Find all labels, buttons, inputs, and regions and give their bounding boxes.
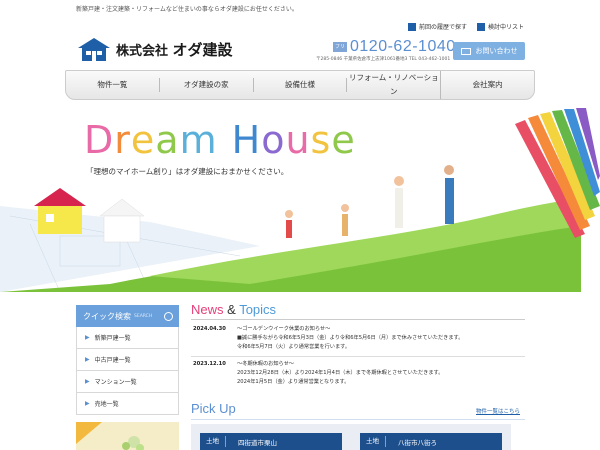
phone-number[interactable]: フリー 0120-62-1040: [333, 38, 456, 60]
hero-title-letter: u: [285, 118, 311, 162]
hero-title-letter: s: [310, 118, 332, 162]
news-entry-title[interactable]: ～ゴールデンウイーク休業のお知らせ～: [237, 325, 527, 334]
history-link[interactable]: 前回の履歴で探す: [407, 22, 467, 31]
quick-search-title-en: SEARCH: [134, 313, 153, 319]
hero-title-letter: e: [331, 118, 356, 162]
news-entry-line: 2024年1月5日（金）より通常営業となります。: [237, 379, 350, 385]
news-divider: [191, 319, 525, 320]
arrow-right-icon: ▶: [85, 400, 90, 407]
arrow-right-icon: ▶: [85, 334, 90, 341]
nav-item-properties[interactable]: 物件一覧: [66, 78, 160, 92]
pickup-card-type: 土地: [200, 436, 226, 447]
house-logo-icon: [76, 37, 112, 61]
news-body: ～冬期休暇のお知らせ～ 2023年12月28日（木）より2024年1月4日（木）…: [237, 360, 527, 387]
quick-search-item-new-house[interactable]: ▶ 新築戸建一覧: [76, 327, 179, 349]
favorites-link-label: 検討中リスト: [487, 24, 524, 31]
favorites-link[interactable]: 検討中リスト: [476, 22, 524, 31]
nav-item-homes[interactable]: オダ建設の家: [160, 78, 254, 92]
pickup-heading: Pick Up: [191, 401, 236, 416]
list-icon: [476, 22, 485, 31]
house-model-red: [34, 188, 86, 234]
quick-search-item-land[interactable]: ▶ 売地一覧: [76, 393, 179, 415]
quick-search-title: クイック検索: [83, 311, 131, 321]
news-title-amp: &: [227, 302, 236, 317]
arrow-right-icon: ▶: [85, 356, 90, 363]
address: 〒285-0846 千葉県佐倉市上志津1061番地3 TEL 043-462-1…: [316, 57, 451, 62]
pickup-card[interactable]: 土地 八街市八街ろ: [351, 424, 511, 450]
pickup-card-band: 土地 四街道市栗山: [200, 433, 342, 450]
contact-button[interactable]: お問い合わせ: [453, 42, 525, 60]
company-name-main: オダ建設: [172, 40, 233, 59]
free-dial-badge: フリー: [333, 42, 347, 60]
hero-title-letter: D: [84, 118, 115, 162]
company-name: 株式会社 オダ建設: [116, 39, 233, 60]
quick-search-item-label: 中古戸建一覧: [94, 357, 131, 364]
news-divider: [191, 356, 525, 357]
side-banner-image: [76, 422, 144, 450]
quick-search-item-label: 新築戸建一覧: [94, 335, 131, 342]
nav-item-reform[interactable]: リフォーム・リノベーション: [347, 71, 442, 99]
quick-search: クイック検索 SEARCH ▶ 新築戸建一覧 ▶ 中古戸建一覧 ▶ マンション一…: [76, 305, 179, 415]
pickup-all-link[interactable]: 物件一覧はこちら: [476, 407, 520, 415]
hero-title-letter: a: [155, 118, 180, 162]
history-icon: [407, 22, 416, 31]
news-date: 2024.04.30: [193, 326, 226, 332]
hero-title: Dream House: [84, 118, 356, 162]
global-nav: 物件一覧 オダ建設の家 設備仕様 リフォーム・リノベーション 会社案内: [65, 70, 535, 100]
news-entry-line: ■誠に勝手ながら令和6年5月3日（金）より令和6年5月6日（月）まで休みさせてい…: [237, 335, 464, 341]
news-topics-heading: News & Topics: [191, 302, 276, 317]
logo[interactable]: 株式会社 オダ建設: [76, 37, 233, 61]
history-link-label: 前回の履歴で探す: [418, 24, 467, 31]
pickup-card-band: 土地 八街市八街ろ: [360, 433, 502, 450]
news-entry: 2023.12.10 ～冬期休暇のお知らせ～ 2023年12月28日（木）より2…: [191, 360, 525, 390]
hero-title-letter: m: [179, 118, 218, 162]
hero-banner: Dream House 「理想のマイホーム創り」はオダ建設におまかせください。: [0, 106, 600, 292]
news-entry-line: 令和6年5月7日（火）より通常営業を行います。: [237, 344, 351, 350]
arrow-right-icon: ▶: [85, 378, 90, 385]
quick-search-item-mansion[interactable]: ▶ マンション一覧: [76, 371, 179, 393]
hero-title-letter: r: [114, 118, 131, 162]
side-banner[interactable]: [76, 422, 179, 450]
phone-number-text: 0120-62-1040: [350, 38, 456, 55]
quick-search-item-used-house[interactable]: ▶ 中古戸建一覧: [76, 349, 179, 371]
pickup-card-location: 四街道市栗山: [238, 438, 277, 447]
news-entry-title[interactable]: ～冬期休暇のお知らせ～: [237, 360, 527, 369]
news-entry-line: 2023年12月28日（木）より2024年1月4日（木）まで冬期休暇とさせていた…: [237, 370, 444, 376]
tagline: 新築戸建・注文建築・リフォームなど住まいの事ならオダ建設にお任せください。: [76, 6, 298, 13]
news-title-topics: Topics: [239, 302, 277, 317]
quick-search-item-label: マンション一覧: [94, 379, 137, 386]
search-icon: [164, 311, 173, 321]
pickup-card[interactable]: 土地 四街道市栗山: [191, 424, 351, 450]
envelope-icon: [460, 47, 471, 55]
contact-button-label: お問い合わせ: [475, 47, 518, 55]
news-body: ～ゴールデンウイーク休業のお知らせ～ ■誠に勝手ながら令和6年5月3日（金）より…: [237, 325, 527, 352]
hero-title-letter: e: [130, 118, 156, 162]
quick-search-item-label: 売地一覧: [94, 401, 119, 408]
hero-title-letter: H: [231, 118, 262, 162]
news-date: 2023.12.10: [193, 361, 226, 367]
hero-title-letter: o: [261, 118, 286, 162]
company-prefix: 株式会社: [116, 43, 169, 59]
quick-search-header: クイック検索 SEARCH: [76, 305, 179, 327]
nav-item-company[interactable]: 会社案内: [441, 78, 534, 92]
news-title-news: News: [191, 302, 224, 317]
pickup-divider: [191, 419, 525, 420]
news-entry: 2024.04.30 ～ゴールデンウイーク休業のお知らせ～ ■誠に勝手ながら令和…: [191, 325, 525, 355]
pickup-card-location: 八街市八街ろ: [398, 438, 437, 447]
nav-item-specs[interactable]: 設備仕様: [254, 78, 348, 92]
top-links: 前回の履歴で探す 検討中リスト: [407, 22, 524, 31]
hero-subtitle: 「理想のマイホーム創り」はオダ建設におまかせください。: [86, 167, 289, 176]
pickup-card-type: 土地: [360, 436, 386, 447]
